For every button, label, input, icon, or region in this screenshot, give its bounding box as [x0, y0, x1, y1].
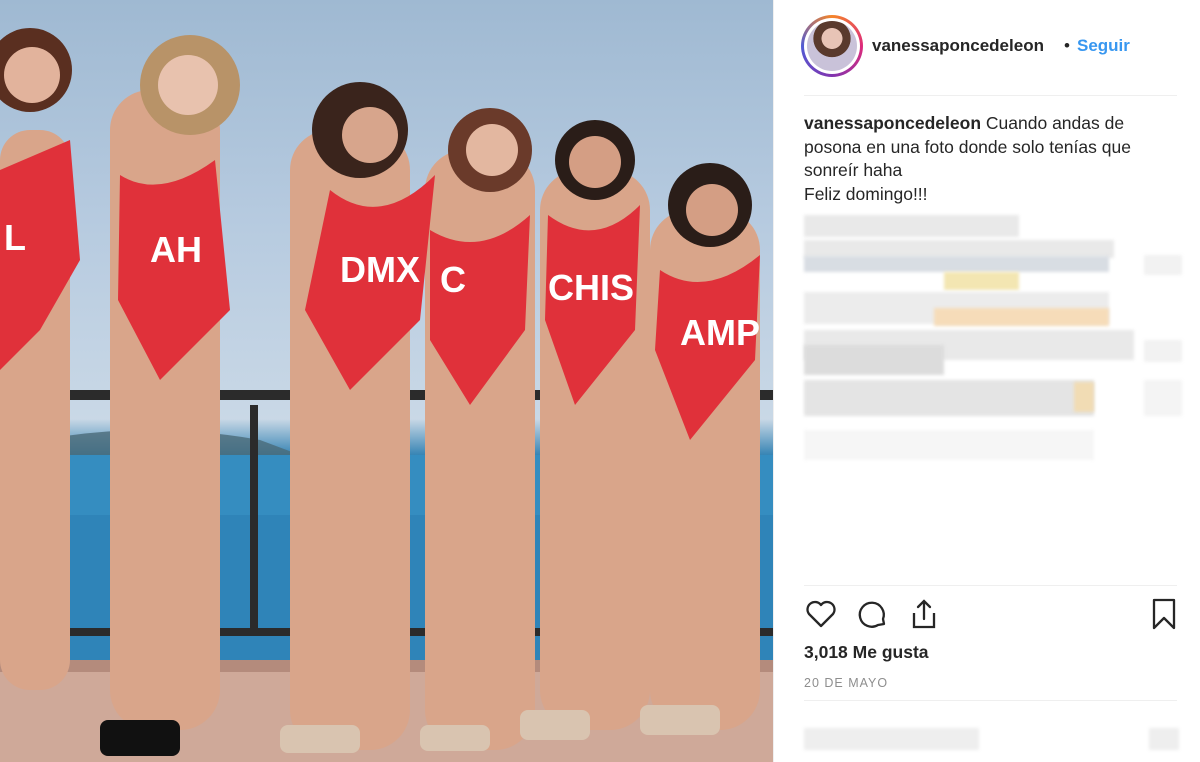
actions-divider [804, 585, 1177, 586]
bookmark-icon[interactable] [1147, 597, 1181, 631]
follow-button[interactable]: Seguir [1077, 36, 1130, 56]
header-divider [804, 95, 1177, 96]
comment-divider [804, 700, 1177, 701]
photo-scene: L AH DMX C CHIS AMP [0, 28, 773, 762]
suit-label-4: C [440, 259, 466, 300]
caption-line-1: Cuando andas de [985, 113, 1125, 133]
suit-label-6: AMP [680, 312, 760, 353]
share-icon[interactable] [907, 597, 941, 631]
caption-line-2: posona en una foto donde solo tenías que [804, 136, 1131, 157]
suit-label-1: L [4, 217, 26, 258]
likes-count[interactable]: 3,018 Me gusta [804, 642, 929, 663]
post-photo[interactable]: L AH DMX C CHIS AMP [0, 0, 773, 762]
suit-label-5: CHIS [548, 267, 634, 308]
suit-label-3: DMX [340, 249, 420, 290]
caption-username[interactable]: vanessaponcedeleon [804, 113, 981, 133]
comment-icon[interactable] [856, 597, 890, 631]
post-header: vanessaponcedeleon • Seguir [774, 0, 1200, 95]
heart-icon[interactable] [804, 597, 838, 631]
suit-label-2: AH [150, 229, 202, 270]
caption-line-3: sonreír haha [804, 160, 903, 180]
post-date: 20 DE MAYO [804, 676, 889, 690]
action-bar [804, 597, 1177, 633]
avatar[interactable] [801, 15, 863, 77]
caption: vanessaponcedeleon Cuando andas de poson… [804, 112, 1174, 206]
header-separator: • [1064, 36, 1070, 55]
caption-extra: Feliz domingo!!! [804, 183, 928, 204]
header-username[interactable]: vanessaponcedeleon [872, 36, 1044, 56]
post-sidebar: vanessaponcedeleon • Seguir vanessaponce… [773, 0, 1200, 762]
